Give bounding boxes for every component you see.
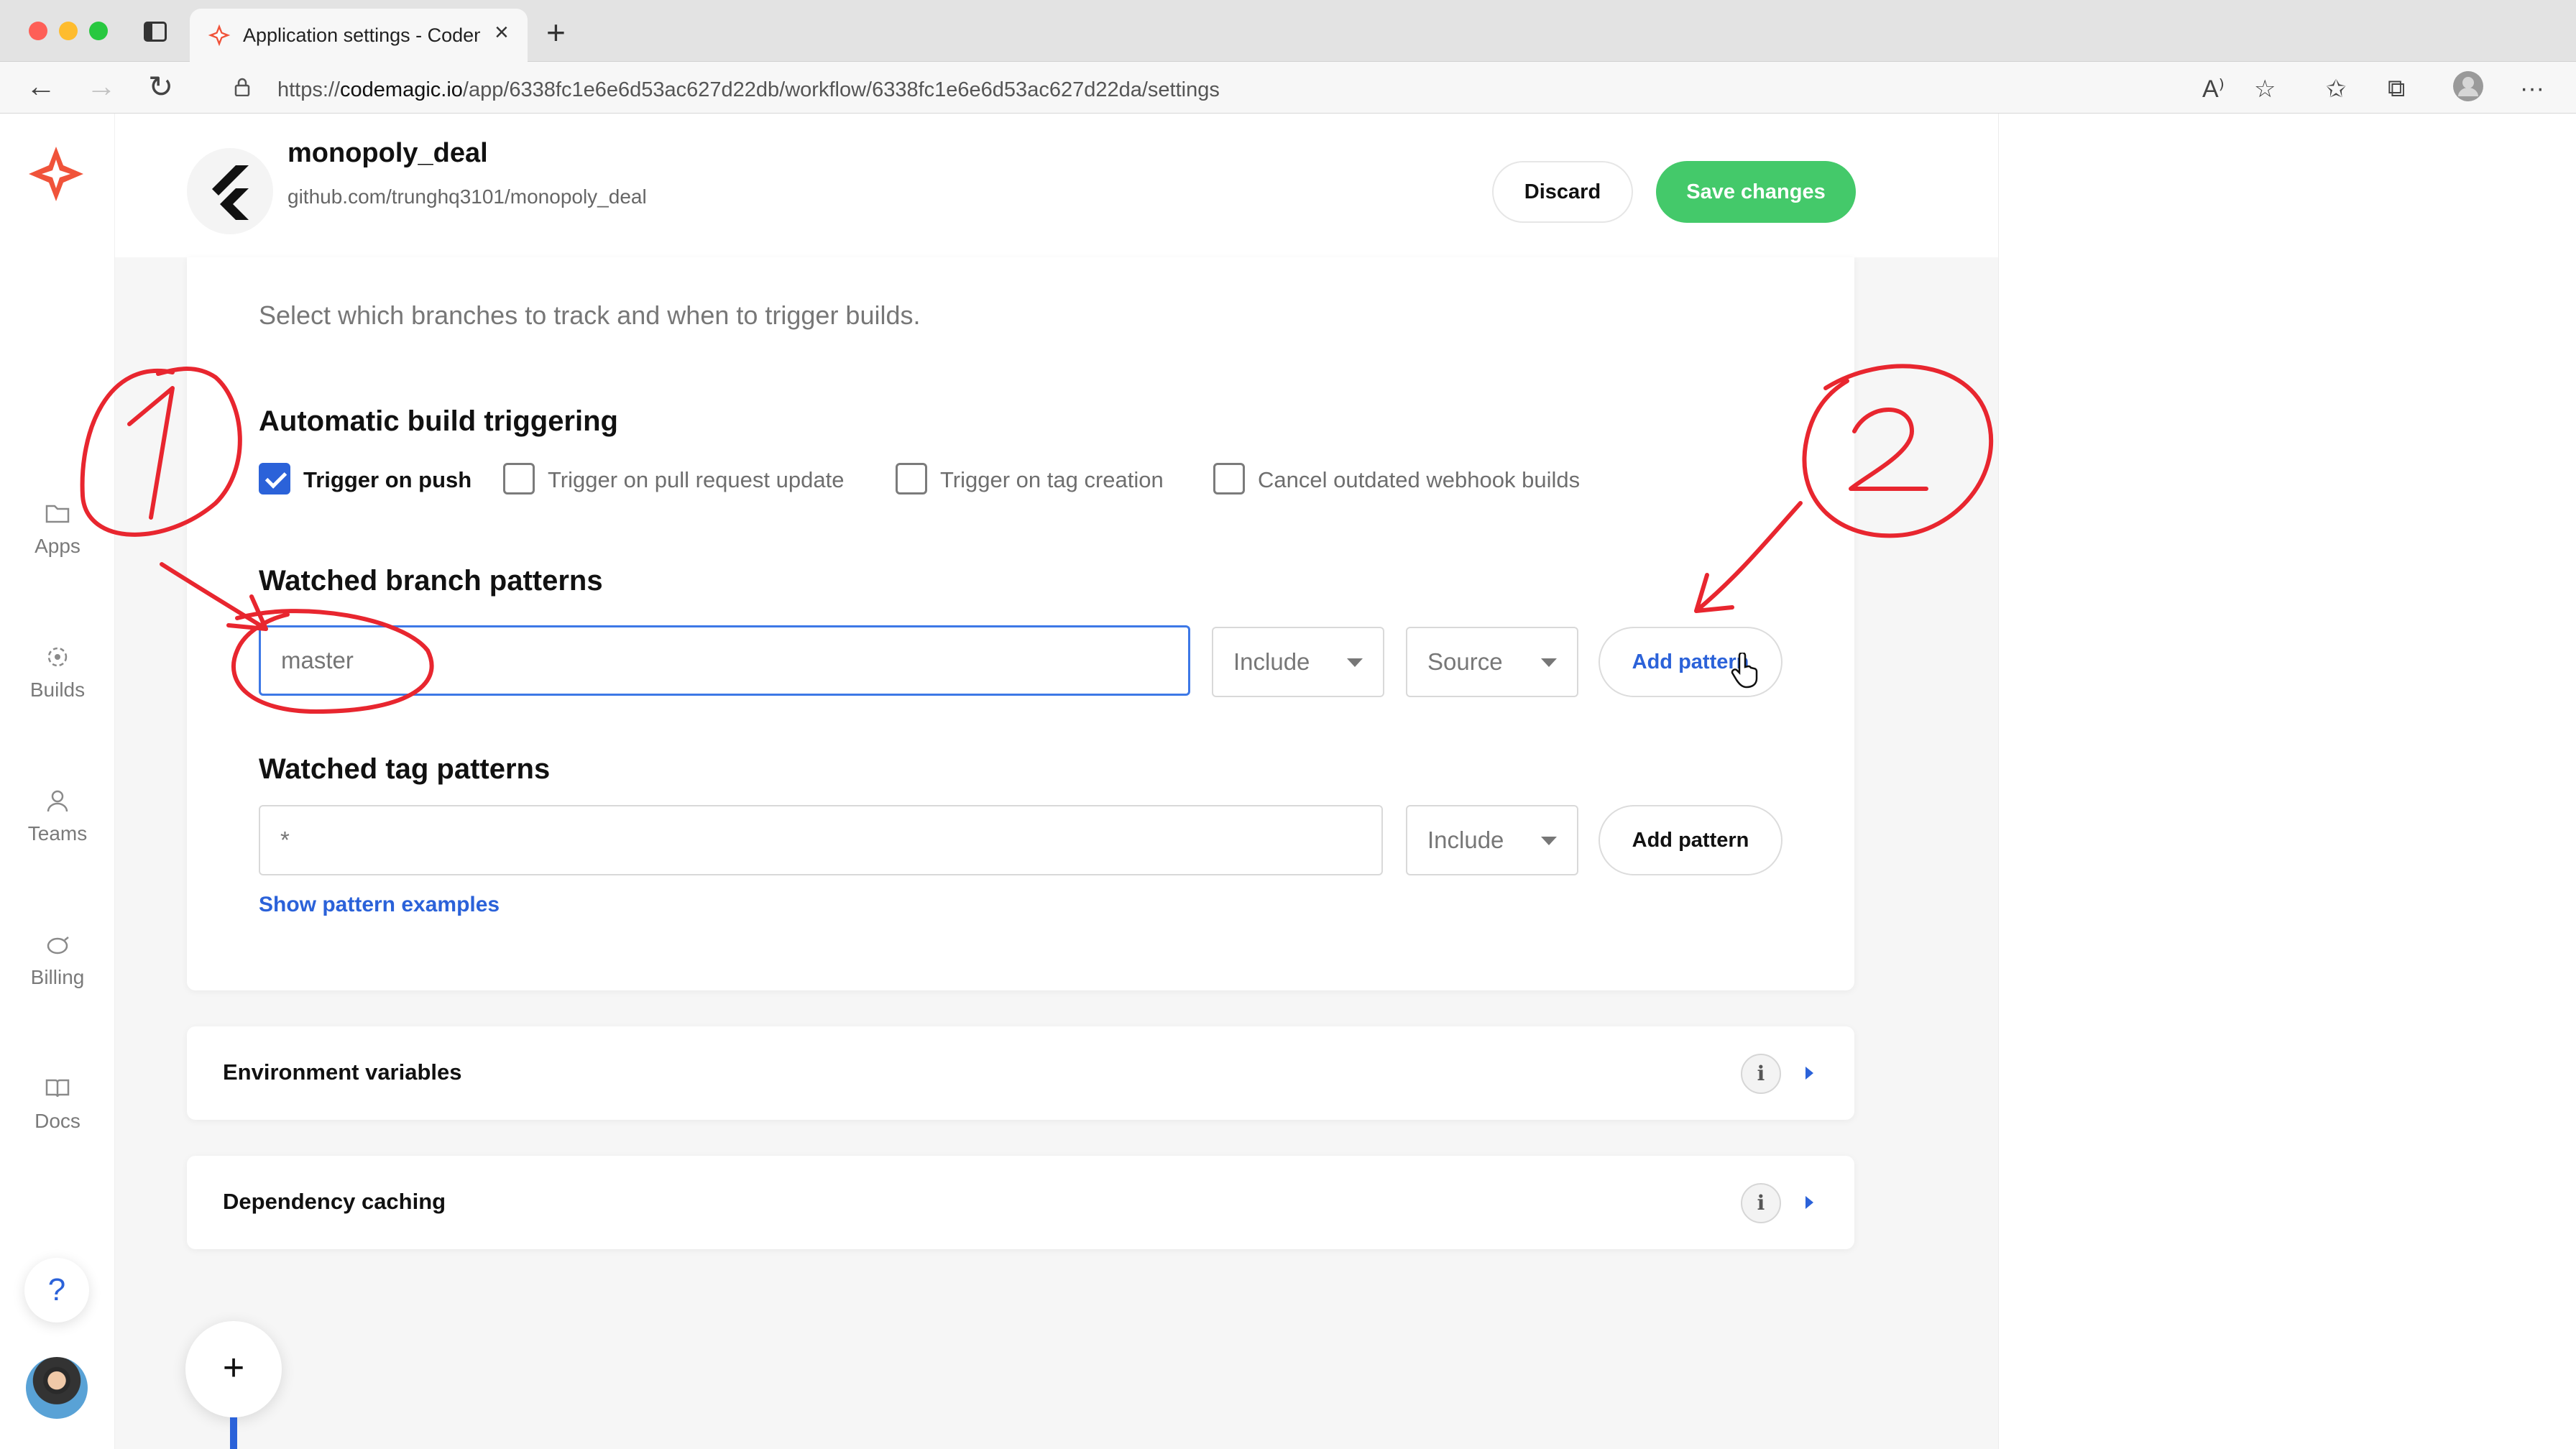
flutter-app-icon [187, 148, 273, 234]
show-pattern-examples-link[interactable]: Show pattern examples [259, 893, 500, 917]
select-value: Include [1233, 648, 1310, 675]
screen: Application settings - Codemagic × + ← →… [0, 0, 2576, 1449]
section-title: Environment variables [223, 1059, 462, 1085]
dependency-caching-section[interactable]: Dependency caching i [187, 1156, 1854, 1249]
codemagic-logo-icon[interactable] [26, 144, 86, 204]
help-button[interactable]: ? [24, 1258, 89, 1322]
minimize-window-button[interactable] [59, 22, 78, 40]
app-sidebar: Apps Builds Teams Billing Docs ? [0, 114, 115, 1449]
build-triggers-card: Select which branches to track and when … [187, 257, 1854, 990]
checkbox-label: Trigger on tag creation [940, 467, 1164, 492]
caret-down-icon [1347, 658, 1363, 667]
tag-include-select[interactable]: Include [1406, 805, 1578, 875]
person-icon [47, 790, 68, 812]
sidebar-item-billing[interactable]: Billing [0, 930, 115, 989]
back-arrow-icon[interactable]: ← [26, 69, 56, 104]
sidebar-item-docs[interactable]: Docs [0, 1074, 115, 1133]
sidebar-item-label: Docs [34, 1110, 80, 1132]
forward-arrow-icon[interactable]: → [86, 69, 116, 104]
automatic-build-triggering-heading: Automatic build triggering [259, 405, 618, 437]
piggy-bank-icon [47, 937, 69, 954]
workflow-connector-line [230, 1417, 237, 1449]
favorites-list-icon[interactable]: ✩ [2326, 75, 2347, 104]
browser-tab[interactable]: Application settings - Codemagic × [190, 9, 528, 62]
trigger-on-push-checkbox[interactable] [259, 463, 290, 494]
checkbox-label: Trigger on push [303, 467, 472, 492]
add-tag-pattern-button[interactable]: Add pattern [1598, 805, 1782, 875]
sidebar-item-label: Builds [29, 678, 86, 701]
lock-icon [234, 78, 250, 96]
new-tab-icon[interactable]: + [546, 13, 566, 52]
maximize-window-button[interactable] [89, 22, 108, 40]
add-workflow-button[interactable]: + [185, 1321, 282, 1417]
sidebar-item-teams[interactable]: Teams [0, 786, 115, 845]
collections-icon[interactable]: ⧉ [2388, 75, 2405, 103]
close-window-button[interactable] [29, 22, 47, 40]
folder-icon [45, 505, 70, 523]
codemagic-favicon-icon [208, 24, 231, 47]
tag-pattern-input[interactable] [259, 805, 1383, 875]
info-icon[interactable]: i [1741, 1183, 1781, 1223]
read-aloud-icon[interactable]: A⁾ [2202, 75, 2225, 104]
cancel-outdated-builds-checkbox[interactable] [1213, 463, 1245, 494]
right-panel [1998, 114, 2576, 1449]
sidebar-item-label: Apps [34, 535, 80, 557]
app-header: monopoly_deal github.com/trunghq3101/mon… [115, 114, 1998, 257]
chevron-right-icon[interactable] [1806, 1196, 1813, 1209]
chevron-right-icon[interactable] [1806, 1067, 1813, 1080]
repo-link[interactable]: github.com/trunghq3101/monopoly_deal [288, 185, 647, 208]
sidebar-item-apps[interactable]: Apps [0, 499, 115, 558]
branch-include-select[interactable]: Include [1212, 627, 1384, 697]
branch-pattern-input[interactable] [259, 625, 1190, 696]
triggers-subtitle: Select which branches to track and when … [259, 300, 921, 330]
caret-down-icon [1541, 658, 1557, 667]
app-name: monopoly_deal [288, 138, 488, 168]
info-icon[interactable]: i [1741, 1054, 1781, 1094]
url-text: https://codemagic.io/app/6338fc1e6e6d53a… [277, 78, 1220, 101]
tab-title: Application settings - Codemagic [243, 24, 480, 46]
user-avatar[interactable] [26, 1357, 88, 1419]
sidebar-toggle-icon[interactable] [144, 22, 167, 42]
watched-branch-patterns-heading: Watched branch patterns [259, 565, 603, 597]
select-value: Include [1427, 827, 1504, 853]
builds-icon [47, 647, 68, 667]
flutter-icon [212, 165, 249, 220]
more-options-icon[interactable]: ··· [2520, 75, 2544, 103]
tab-close-icon[interactable]: × [494, 19, 509, 47]
favorite-star-icon[interactable]: ☆ [2254, 75, 2276, 104]
trigger-on-pr-update-checkbox[interactable] [503, 463, 535, 494]
discard-button[interactable]: Discard [1492, 161, 1633, 223]
browser-address-bar: ← → ↻ https://codemagic.io/app/6338fc1e6… [0, 62, 2576, 114]
environment-variables-section[interactable]: Environment variables i [187, 1026, 1854, 1120]
plus-icon: + [222, 1347, 245, 1389]
profile-icon[interactable] [2452, 70, 2484, 109]
checkbox-label: Trigger on pull request update [548, 467, 845, 492]
select-value: Source [1427, 648, 1503, 675]
sidebar-item-label: Billing [30, 966, 85, 988]
branch-source-select[interactable]: Source [1406, 627, 1578, 697]
url-field[interactable]: https://codemagic.io/app/6338fc1e6e6d53a… [230, 72, 2171, 105]
trigger-on-tag-creation-checkbox[interactable] [896, 463, 927, 494]
book-icon [45, 1079, 70, 1098]
reload-icon[interactable]: ↻ [148, 69, 173, 104]
browser-tab-bar: Application settings - Codemagic × + [0, 0, 2576, 62]
caret-down-icon [1541, 837, 1557, 845]
watched-tag-patterns-heading: Watched tag patterns [259, 753, 551, 785]
sidebar-item-label: Teams [27, 822, 88, 845]
question-mark-icon: ? [47, 1272, 66, 1307]
section-title: Dependency caching [223, 1189, 446, 1214]
sidebar-item-builds[interactable]: Builds [0, 643, 115, 702]
save-changes-button[interactable]: Save changes [1656, 161, 1856, 223]
checkbox-label: Cancel outdated webhook builds [1258, 467, 1581, 492]
hand-cursor-icon [1731, 653, 1758, 689]
